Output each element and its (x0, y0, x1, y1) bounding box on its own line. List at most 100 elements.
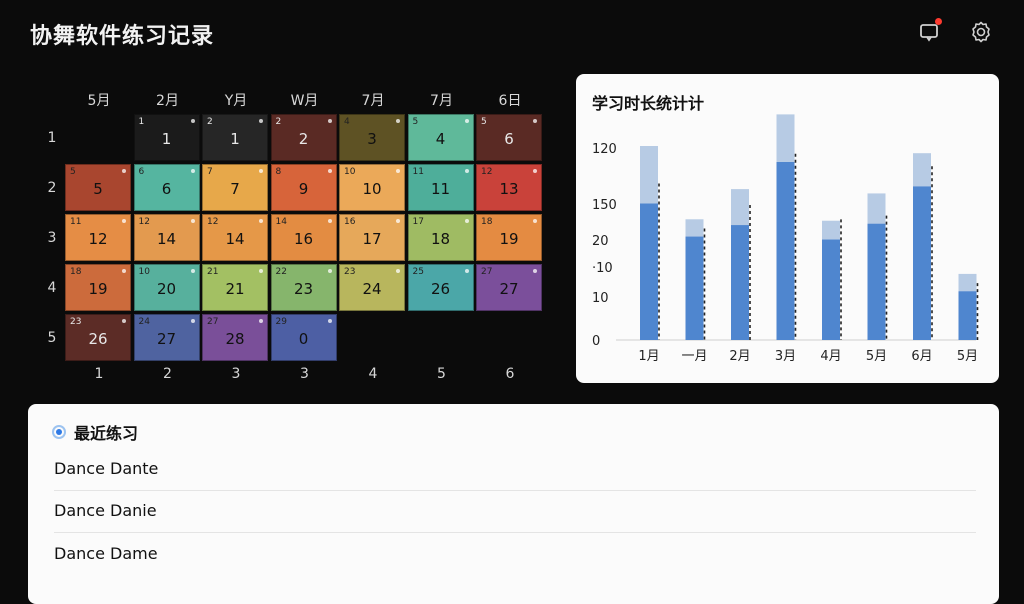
calendar-day-cell[interactable]: 11 12 (65, 214, 131, 261)
calendar-bottom-label: 5 (437, 366, 446, 382)
y-tick-label: 120 (592, 142, 617, 157)
calendar-day-cell[interactable]: 10 20 (133, 264, 200, 311)
cell-day-number: 10 (344, 167, 356, 177)
calendar-day-cell[interactable]: 24 27 (133, 314, 200, 361)
calendar-day-cell[interactable]: 77 (202, 164, 268, 211)
calendar-day-cell[interactable]: 21 21 (202, 264, 268, 311)
calendar-day-cell[interactable]: 12 13 (476, 164, 542, 211)
calendar-day-cell[interactable]: 23 24 (339, 264, 405, 311)
cell-value: 26 (88, 330, 108, 348)
calendar-day-cell[interactable]: 14 16 (270, 214, 337, 261)
cell-day-number: 12 (138, 217, 150, 227)
bar-segment-primary[interactable] (731, 225, 749, 340)
calendar-day-cell[interactable]: 89 (270, 164, 337, 211)
cell-day-number: 14 (275, 217, 287, 227)
calendar-day-cell[interactable]: 27 27 (476, 264, 542, 311)
calendar-day-cell[interactable]: 25 26 (407, 264, 474, 311)
practice-heatmap: 5月 2月 Y月 W月 7月 7月 6日 1 2 3 4 5 1 2 3 3 4 5 6 1 1 2 1 2 2 4 3 5 4 5 6 5 5… (40, 84, 560, 394)
radio-icon[interactable] (52, 425, 66, 439)
cell-marker-icon (533, 269, 537, 273)
cell-marker-icon (327, 119, 332, 123)
calendar-day-cell[interactable]: 22 (270, 114, 337, 161)
cell-value: 26 (430, 280, 451, 298)
calendar-day-cell[interactable]: 55 (65, 164, 131, 211)
notification-button[interactable] (917, 18, 942, 44)
cell-value: 27 (499, 280, 519, 298)
calendar-day-cell[interactable]: 11 (133, 114, 200, 161)
calendar-day-cell[interactable]: 12 14 (202, 214, 268, 261)
cell-value: 4 (435, 130, 446, 148)
calendar-day-cell[interactable]: 29 0 (270, 314, 337, 361)
cell-day-number: 27 (207, 317, 219, 327)
cell-value: 0 (298, 330, 309, 348)
cell-marker-icon (396, 169, 400, 173)
bar-segment-secondary[interactable] (867, 193, 886, 224)
calendar-day-cell[interactable]: 27 28 (202, 314, 268, 361)
cell-marker-icon (190, 219, 195, 223)
bar-segment-secondary[interactable] (822, 220, 840, 240)
bar-segment-secondary[interactable] (913, 153, 931, 187)
calendar-day-cell[interactable]: 16 17 (339, 214, 405, 261)
bar-segment-secondary[interactable] (731, 189, 749, 226)
bar-segment-primary[interactable] (776, 161, 795, 340)
cell-marker-icon (396, 269, 400, 273)
bar-chart: 0 10 ·10 20 150 120 1月 一月 2月 3月 4月 5月 6月 5月 (592, 114, 979, 364)
calendar-row-label: 2 (47, 180, 57, 196)
cell-value: 27 (156, 330, 177, 348)
cell-day-number: 23 (344, 267, 356, 277)
gear-icon (972, 21, 990, 43)
calendar-day-cell[interactable]: 66 (133, 164, 200, 211)
cell-value: 19 (499, 230, 519, 248)
bar-segment-secondary[interactable] (640, 146, 658, 204)
cell-marker-icon (122, 169, 126, 173)
calendar-day-cell[interactable]: 10 10 (339, 164, 405, 211)
bar-segment-primary[interactable] (867, 223, 886, 340)
list-item[interactable]: Dance Danie (54, 501, 976, 533)
calendar-day-cell[interactable]: 23 26 (65, 314, 131, 361)
x-tick-label: 5月 (957, 349, 978, 364)
app-title: 协舞软件练习记录 (30, 24, 215, 49)
calendar-day-cell[interactable]: 18 19 (476, 214, 542, 261)
cell-value: 14 (156, 230, 177, 248)
bar-segment-primary[interactable] (822, 239, 840, 340)
calendar-day-cell[interactable]: 56 (476, 114, 542, 161)
x-tick-label: 2月 (729, 349, 750, 364)
cell-value: 23 (293, 280, 314, 298)
cell-marker-icon (190, 269, 195, 273)
cell-day-number: 5 (70, 167, 76, 177)
calendar-bottom-label: 2 (163, 366, 172, 382)
calendar-day-cell[interactable]: 22 23 (270, 264, 337, 311)
calendar-day-cell[interactable]: 21 (202, 114, 268, 161)
list-item[interactable]: Dance Dante (54, 459, 976, 491)
settings-button[interactable] (969, 20, 993, 44)
bar-segment-secondary[interactable] (776, 114, 795, 162)
calendar-day-cell[interactable]: 54 (407, 114, 474, 161)
calendar-column-label: 6日 (498, 93, 522, 109)
bar-segment-primary[interactable] (685, 236, 704, 340)
bar-segment-secondary[interactable] (685, 219, 704, 237)
calendar-day-cell[interactable]: 12 14 (133, 214, 200, 261)
cell-marker-icon (259, 219, 263, 223)
cell-value: 14 (225, 230, 245, 248)
calendar-day-cell[interactable]: 11 11 (407, 164, 474, 211)
cell-day-number: 4 (344, 117, 350, 127)
cell-marker-icon (122, 319, 126, 323)
calendar-day-cell[interactable]: 18 19 (65, 264, 131, 311)
cell-marker-icon (122, 219, 126, 223)
bar-segment-secondary[interactable] (958, 273, 977, 292)
recent-header-label: 最近练习 (74, 424, 139, 443)
cell-value: 21 (225, 280, 245, 298)
calendar-day-cell[interactable]: 17 18 (407, 214, 474, 261)
calendar-bottom-label: 4 (368, 366, 378, 382)
cell-day-number: 2 (207, 117, 213, 127)
calendar-day-cell[interactable]: 43 (339, 114, 405, 161)
cell-marker-icon (259, 169, 263, 173)
calendar-bottom-label: 3 (300, 366, 309, 382)
cell-marker-icon (327, 269, 332, 273)
calendar-row-label: 5 (47, 330, 57, 346)
cell-value: 7 (230, 180, 240, 198)
list-item[interactable]: Dance Dame (54, 544, 976, 575)
bar-segment-primary[interactable] (640, 203, 658, 340)
bar-segment-primary[interactable] (913, 186, 931, 340)
bar-segment-primary[interactable] (958, 291, 977, 340)
